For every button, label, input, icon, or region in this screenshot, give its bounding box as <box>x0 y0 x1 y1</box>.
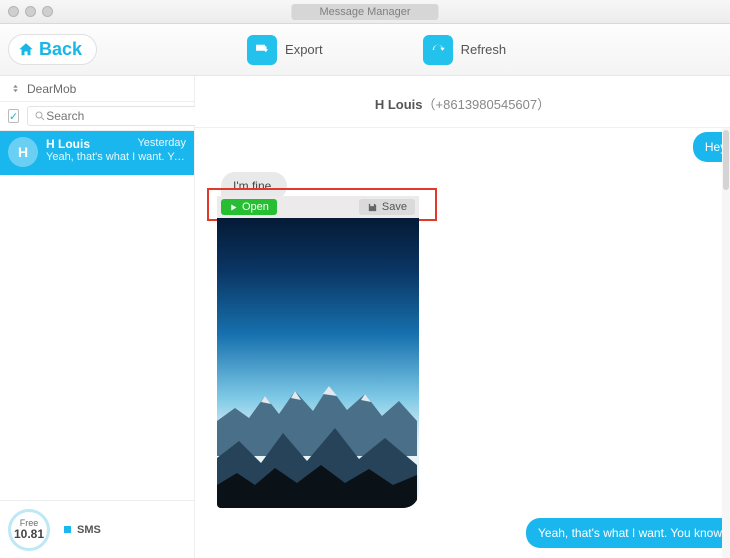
back-button[interactable]: Back <box>8 34 97 65</box>
sort-icon <box>10 83 21 94</box>
window-title: Message Manager <box>291 4 438 20</box>
scrollbar-track[interactable] <box>722 128 730 558</box>
conversation-name: H Louis <box>46 137 90 151</box>
image-message: Open Save <box>217 196 419 508</box>
image-action-bar: Open Save <box>217 196 419 218</box>
category-sms[interactable]: SMS <box>64 524 101 536</box>
save-button[interactable]: Save <box>359 199 415 215</box>
chat-pane: H Louis（+8613980545607） Hey, how I'm fin… <box>195 76 730 558</box>
avatar: H <box>8 137 38 167</box>
category-label: SMS <box>77 524 101 536</box>
scrollbar-thumb[interactable] <box>723 130 729 190</box>
refresh-button[interactable]: Refresh <box>423 35 507 65</box>
refresh-icon <box>423 35 453 65</box>
traffic-zoom[interactable] <box>42 6 53 17</box>
save-label: Save <box>382 201 407 213</box>
category-dot-icon <box>64 526 71 533</box>
storage-gauge: Free 10.81 <box>8 509 50 551</box>
conversation-time: Yesterday <box>137 137 186 151</box>
chat-contact-name: H Louis <box>375 97 423 112</box>
storage-amount: 10.81 <box>14 528 44 540</box>
image-content[interactable] <box>217 218 419 508</box>
sidebar: DearMob ✓ H H Louis Yesterday Yeah, that… <box>0 76 195 558</box>
chat-body: Hey, how I'm fine. Open Save <box>195 128 730 558</box>
play-icon <box>229 203 238 212</box>
brand-row[interactable]: DearMob <box>0 76 194 102</box>
brand-label: DearMob <box>27 82 76 96</box>
export-button[interactable]: Export <box>247 35 323 65</box>
export-icon <box>247 35 277 65</box>
message-text: Yeah, that's what I want. You know me so <box>526 518 730 548</box>
conversation-preview: Yeah, that's what I want. You kno... <box>46 151 186 163</box>
chat-header: H Louis（+8613980545607） <box>195 76 730 128</box>
search-icon <box>34 110 46 122</box>
search-row: ✓ <box>0 102 194 131</box>
open-button[interactable]: Open <box>221 199 277 215</box>
export-label: Export <box>285 42 323 57</box>
back-label: Back <box>39 39 82 60</box>
message-outgoing: Yeah, that's what I want. You know me so <box>526 518 730 548</box>
open-label: Open <box>242 201 269 213</box>
chat-contact-phone: （+8613980545607） <box>423 97 551 112</box>
save-icon <box>367 202 378 213</box>
search-field-wrap <box>27 106 208 126</box>
sidebar-footer: Free 10.81 SMS <box>0 500 194 558</box>
window-titlebar: Message Manager <box>0 0 730 24</box>
traffic-close[interactable] <box>8 6 19 17</box>
mountains-near-icon <box>217 413 417 508</box>
conversation-item[interactable]: H H Louis Yesterday Yeah, that's what I … <box>0 131 194 175</box>
traffic-minimize[interactable] <box>25 6 36 17</box>
toolbar: Back Export Refresh <box>0 24 730 76</box>
select-all-checkbox[interactable]: ✓ <box>8 109 19 123</box>
home-icon <box>17 41 35 59</box>
refresh-label: Refresh <box>461 42 507 57</box>
search-input[interactable] <box>46 109 201 123</box>
